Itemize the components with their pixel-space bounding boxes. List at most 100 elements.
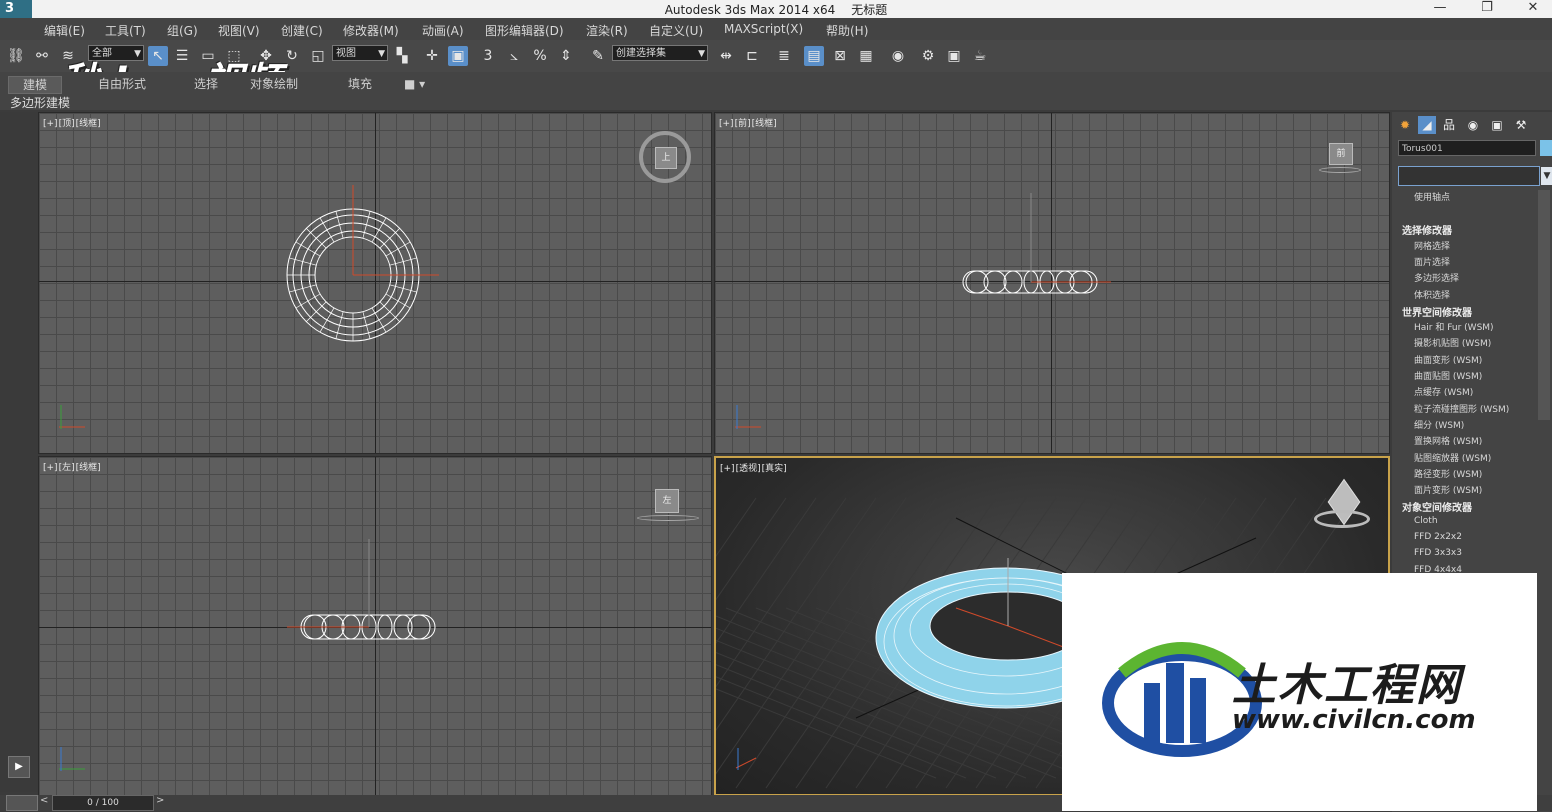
object-name-input[interactable]: Torus001 (1398, 140, 1536, 156)
modifier-list-item[interactable]: 点缓存 (WSM) (1414, 385, 1473, 398)
modifier-list-item[interactable]: 网格选择 (1414, 239, 1450, 252)
modifier-list-item[interactable]: 使用轴点 (1414, 190, 1450, 203)
hierarchy-tab-icon[interactable]: 品 (1440, 116, 1458, 134)
modifier-list-item[interactable]: 摄影机贴图 (WSM) (1414, 336, 1491, 349)
modifier-list-item[interactable]: 贴图缩放器 (WSM) (1414, 451, 1491, 464)
title-bar: 3 Autodesk 3ds Max 2014 x64 无标题 — ❐ ✕ (0, 0, 1552, 18)
modifier-list-item[interactable]: Hair 和 Fur (WSM) (1414, 320, 1494, 333)
viewcube[interactable]: 左 (637, 489, 699, 521)
modifier-list-item[interactable]: FFD 3x3x3 (1414, 548, 1462, 558)
modifier-list-select[interactable]: ▼ (1398, 166, 1552, 186)
minimize-button[interactable]: — (1417, 0, 1463, 18)
logo-url: www.civilcn.com (1232, 705, 1476, 735)
mirror-icon[interactable]: ⇹ (716, 46, 736, 66)
link-icon[interactable]: ⛓ (6, 46, 26, 66)
create-tab-icon[interactable]: ✹ (1396, 116, 1414, 134)
unlink-icon[interactable]: ⚯ (32, 46, 52, 66)
menu-customize[interactable]: 自定义(U) (649, 22, 703, 39)
modifier-list-item[interactable]: 面片变形 (WSM) (1414, 483, 1482, 496)
ribbon-tab-object-paint[interactable]: 对象绘制 (250, 76, 298, 92)
dropdown-scrollbar[interactable] (1538, 190, 1550, 420)
chevron-down-icon[interactable]: ▼ (1541, 167, 1552, 185)
menu-modifiers[interactable]: 修改器(M) (343, 22, 399, 39)
utilities-tab-icon[interactable]: ⚒ (1512, 116, 1530, 134)
close-button[interactable]: ✕ (1510, 0, 1552, 18)
render-setup-icon[interactable]: ⚙ (918, 46, 938, 66)
modifier-list-item[interactable]: 多边形选择 (1414, 271, 1459, 284)
modifier-list-item[interactable]: 粒子流碰撞图形 (WSM) (1414, 402, 1509, 415)
select-manipulate-icon[interactable]: ✛ (422, 46, 442, 66)
schematic-view-icon[interactable]: ▦ (856, 46, 876, 66)
restore-button[interactable]: ❐ (1464, 0, 1510, 18)
graphite-toolbar-icon[interactable]: ▤ (804, 46, 824, 66)
menu-maxscript[interactable]: MAXScript(X) (724, 22, 803, 36)
modifier-list-item[interactable]: 曲面贴图 (WSM) (1414, 369, 1482, 382)
reference-coordinate-select[interactable]: 视图 ▼ (332, 45, 388, 61)
ribbon: 建模 自由形式 选择 对象绘制 填充 ■ ▾ (0, 72, 1552, 110)
viewport-left[interactable]: [+][左][线框] 左 (38, 456, 712, 796)
civilcn-logo-overlay: 土木工程网 www.civilcn.com (1062, 573, 1537, 811)
keyboard-shortcut-override-icon[interactable]: ▣ (448, 46, 468, 66)
ribbon-panel-label: 多边形建模 (10, 96, 71, 110)
viewcube[interactable]: 前 (1319, 143, 1361, 173)
modifier-list-item[interactable]: FFD 2x2x2 (1414, 532, 1462, 542)
viewcube[interactable]: 上 (655, 147, 677, 169)
rotate-icon[interactable]: ↻ (282, 46, 302, 66)
align-icon[interactable]: ⊏ (742, 46, 762, 66)
spinner-snap-icon[interactable]: ⇕ (556, 46, 576, 66)
scale-icon[interactable]: ◱ (308, 46, 328, 66)
menu-edit[interactable]: 编辑(E) (44, 22, 85, 39)
motion-tab-icon[interactable]: ◉ (1464, 116, 1482, 134)
menu-animation[interactable]: 动画(A) (422, 22, 464, 39)
render-teapot-icon[interactable]: ☕ (970, 46, 990, 66)
prev-frame-icon[interactable]: < (40, 795, 48, 806)
modifier-category-heading: 世界空间修改器 (1402, 307, 1472, 319)
next-frame-icon[interactable]: > (156, 795, 164, 806)
torus-wireframe-front (735, 193, 1111, 429)
ribbon-options-button[interactable]: ■ ▾ (404, 76, 425, 92)
viewport-top[interactable]: [+][顶][线框] 上 (38, 112, 712, 454)
curve-editor-icon[interactable]: ⊠ (830, 46, 850, 66)
play-icon[interactable]: ▶ (8, 756, 30, 778)
ribbon-tab-populate[interactable]: 填充 (348, 76, 372, 92)
menu-tools[interactable]: 工具(T) (105, 22, 146, 39)
modifier-list-item[interactable]: 路径变形 (WSM) (1414, 467, 1482, 480)
ribbon-tab-selection[interactable]: 选择 (194, 76, 218, 92)
modify-tab-icon[interactable]: ◢ (1418, 116, 1436, 134)
display-tab-icon[interactable]: ▣ (1488, 116, 1506, 134)
viewcube[interactable] (1314, 478, 1374, 534)
modifier-list-item[interactable]: 置换网格 (WSM) (1414, 434, 1482, 447)
modifier-list-item[interactable]: 曲面变形 (WSM) (1414, 353, 1482, 366)
modifier-list-item[interactable]: 面片选择 (1414, 255, 1450, 268)
menu-group[interactable]: 组(G) (167, 22, 198, 39)
snaps-toggle-icon[interactable]: 3 (478, 46, 498, 66)
modifier-list-item[interactable]: 细分 (WSM) (1414, 418, 1464, 431)
modifier-list-item[interactable]: Cloth (1414, 516, 1438, 526)
rendered-frame-window-icon[interactable]: ▣ (944, 46, 964, 66)
ribbon-tab-modeling[interactable]: 建模 (8, 76, 63, 94)
modifier-category-heading: 对象空间修改器 (1402, 503, 1472, 515)
menu-graph-editors[interactable]: 图形编辑器(D) (485, 22, 564, 39)
percent-snap-icon[interactable]: % (530, 46, 550, 66)
window-title: Autodesk 3ds Max 2014 x64 无标题 (0, 1, 1552, 18)
document-title: 无标题 (851, 3, 888, 17)
angle-snap-icon[interactable]: ⦣ (504, 46, 524, 66)
app-title: Autodesk 3ds Max 2014 x64 (664, 3, 836, 17)
viewport-front[interactable]: [+][前][线框] 前 (714, 112, 1390, 454)
layer-manager-icon[interactable]: ≣ (774, 46, 794, 66)
menu-view[interactable]: 视图(V) (218, 22, 260, 39)
ribbon-tab-freeform[interactable]: 自由形式 (98, 76, 146, 92)
material-editor-icon[interactable]: ◉ (888, 46, 908, 66)
modifier-list-item[interactable]: 体积选择 (1414, 288, 1450, 301)
object-color-swatch[interactable] (1540, 140, 1552, 156)
viewcube-ring[interactable]: 上 (639, 131, 691, 183)
mini-listener-icon[interactable] (6, 795, 38, 811)
edit-named-selection-icon[interactable]: ✎ (588, 46, 608, 66)
menu-help[interactable]: 帮助(H) (826, 22, 868, 39)
menu-rendering[interactable]: 渲染(R) (586, 22, 628, 39)
named-selection-select[interactable]: 创建选择集 ▼ (612, 45, 708, 61)
menu-create[interactable]: 创建(C) (281, 22, 323, 39)
logo-text: 土木工程网 (1232, 660, 1462, 711)
pivot-center-icon[interactable]: ▚ (392, 46, 412, 66)
time-slider[interactable]: 0 / 100 (52, 795, 154, 811)
